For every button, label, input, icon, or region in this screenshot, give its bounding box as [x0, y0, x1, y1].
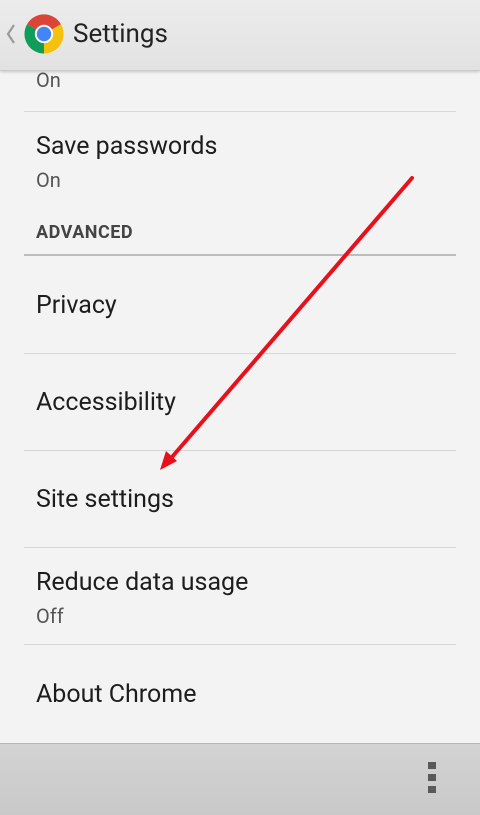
section-header-advanced: ADVANCED [36, 222, 134, 243]
bottom-bar [0, 743, 480, 815]
list-item-summary: On [36, 168, 61, 192]
chevron-left-icon[interactable] [5, 22, 17, 46]
list-item-title: Reduce data usage [36, 568, 249, 597]
list-item-partial[interactable]: On [24, 70, 456, 108]
settings-list: On Save passwords On ADVANCED Privacy Ac… [0, 70, 480, 743]
chrome-logo-icon[interactable] [24, 14, 64, 54]
list-item-title: Save passwords [36, 132, 218, 161]
list-item-title: Accessibility [36, 388, 176, 417]
list-item-title: Privacy [36, 291, 117, 320]
more-vertical-icon[interactable] [420, 758, 444, 798]
list-item-save-passwords[interactable]: Save passwords On [24, 112, 456, 209]
list-item-site-settings[interactable]: Site settings [24, 451, 456, 547]
list-item-reduce-data-usage[interactable]: Reduce data usage Off [24, 548, 456, 644]
page-title: Settings [73, 19, 168, 49]
list-item-title: Site settings [36, 485, 174, 514]
list-item-title: About Chrome [36, 680, 197, 709]
action-bar: Settings [0, 0, 480, 71]
list-item-summary: Off [36, 604, 64, 628]
list-item-about-chrome[interactable]: About Chrome [24, 645, 456, 743]
list-item-summary: On [36, 70, 61, 92]
list-item-accessibility[interactable]: Accessibility [24, 354, 456, 450]
list-item-privacy[interactable]: Privacy [24, 256, 456, 353]
